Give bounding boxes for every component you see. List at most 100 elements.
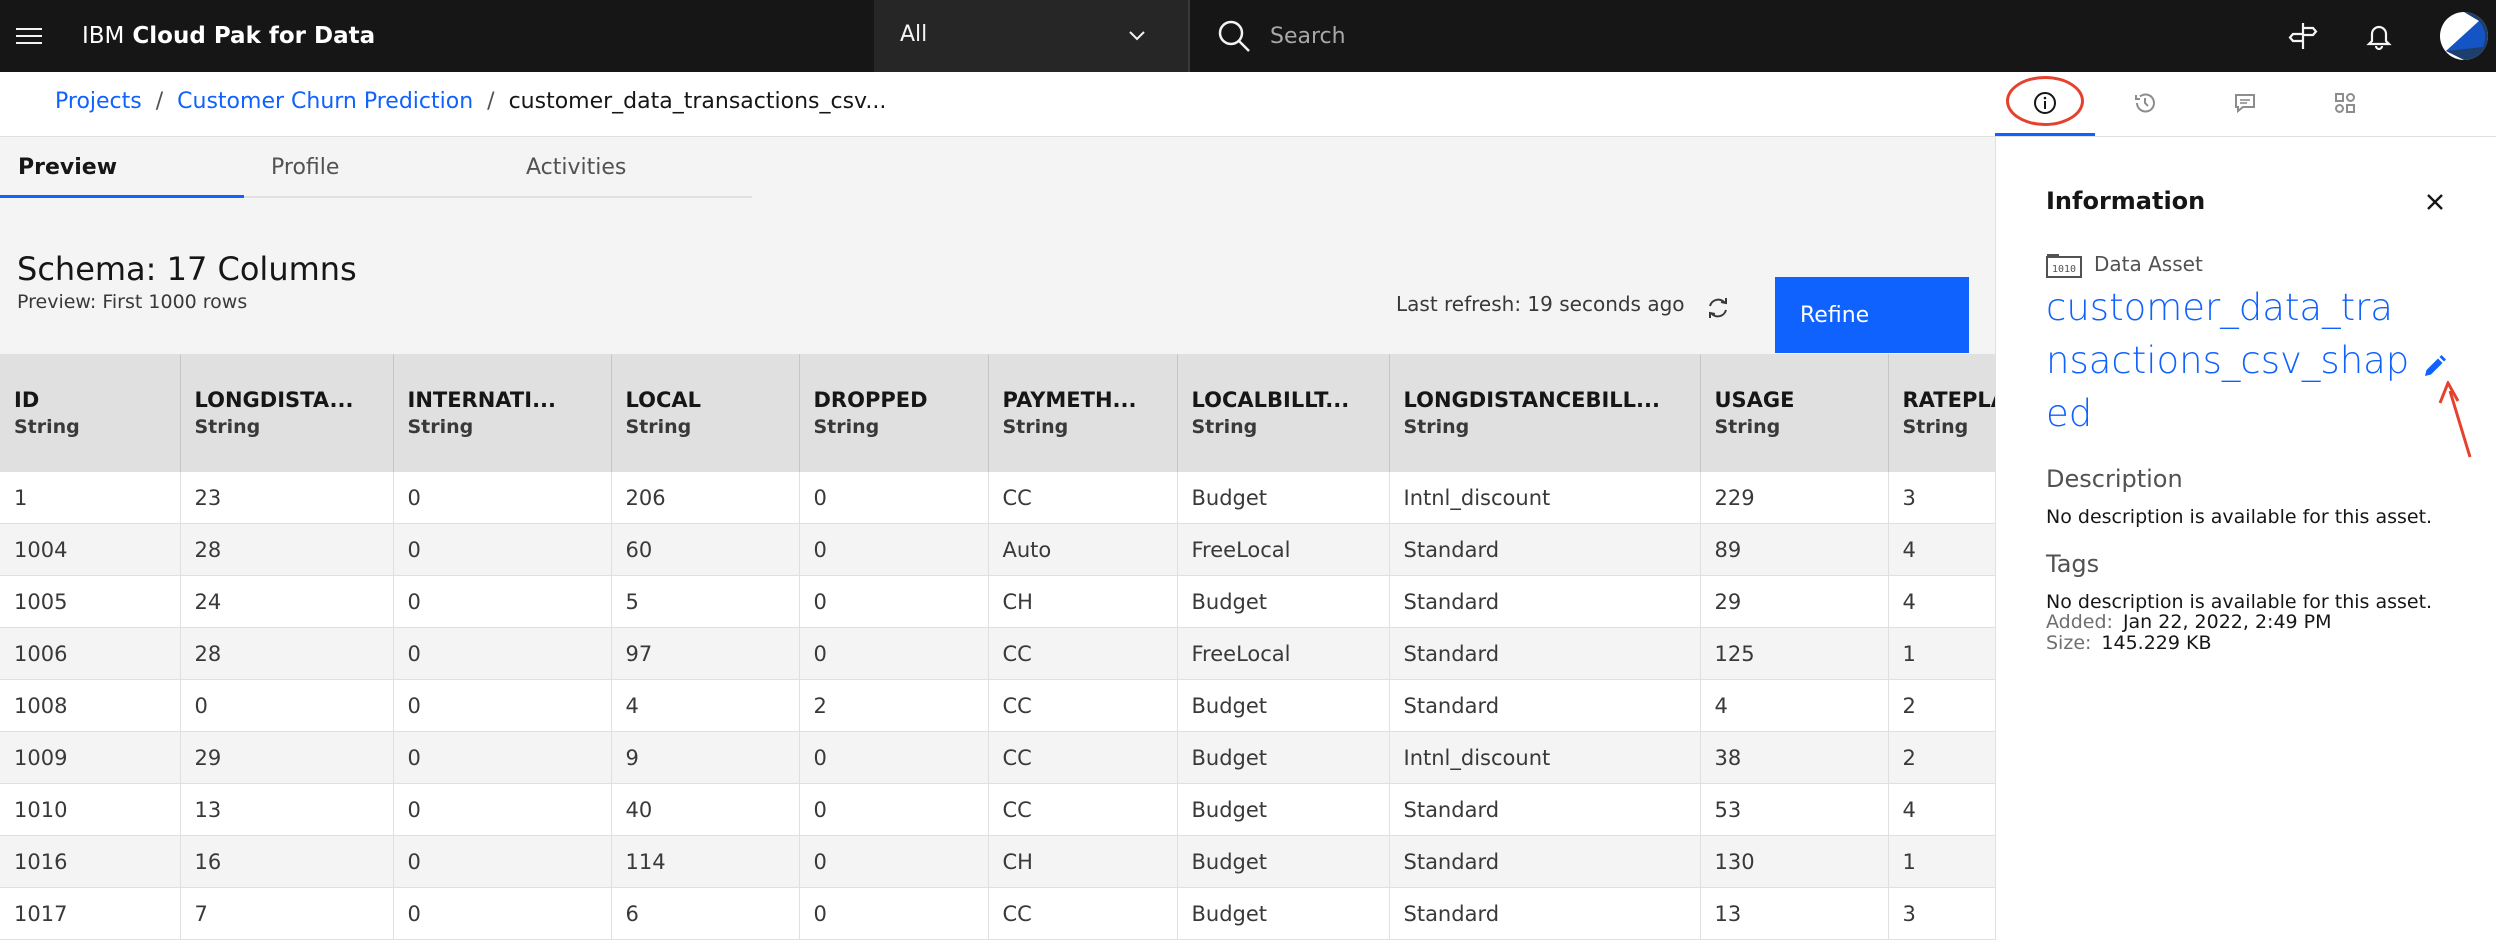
refresh-icon[interactable]: [1700, 290, 1736, 326]
table-cell: 0: [799, 523, 989, 576]
product-name[interactable]: IBM Cloud Pak for Data: [82, 0, 375, 72]
column-header[interactable]: LOCALBILLT... String: [1177, 354, 1390, 472]
column-type: String: [813, 416, 880, 438]
table-row: 1006 28 0 97 0 CC FreeLocal Standard 125 1: [0, 627, 1995, 680]
apps-icon: [2335, 93, 2355, 113]
tab-activities[interactable]: Activities: [500, 138, 752, 198]
table-cell: CH: [988, 575, 1178, 628]
table-cell: 97: [611, 627, 800, 680]
table-cell: 1: [1888, 835, 1995, 888]
column-header[interactable]: LONGDISTANCEBILL... String: [1389, 354, 1701, 472]
asset-tabs: Preview Profile Activities: [0, 138, 752, 200]
panel-tab-related[interactable]: [2295, 72, 2395, 134]
global-search[interactable]: [1190, 0, 2270, 72]
table-cell: 0: [393, 472, 612, 524]
panel-title: Information: [2046, 187, 2206, 215]
last-refresh-text: Last refresh: 19 seconds ago: [1396, 292, 1685, 316]
table-cell: 1006: [0, 627, 181, 680]
size-row: Size: 145.229 KB: [2046, 632, 2212, 654]
close-icon[interactable]: [2418, 185, 2452, 219]
user-avatar[interactable]: [2432, 0, 2496, 72]
table-cell: 1004: [0, 523, 181, 576]
table-cell: Auto: [988, 523, 1178, 576]
column-header[interactable]: PAYMETH... String: [988, 354, 1178, 472]
added-label: Added:: [2046, 611, 2113, 633]
added-value: Jan 22, 2022, 2:49 PM: [2122, 611, 2332, 633]
table-cell: 0: [393, 835, 612, 888]
table-cell: 0: [799, 627, 989, 680]
table-cell: 4: [1888, 575, 1995, 628]
table-cell: CC: [988, 679, 1178, 732]
table-cell: 0: [799, 472, 989, 524]
table-cell: 3: [1888, 887, 1995, 940]
table-cell: 1017: [0, 887, 181, 940]
signpost-icon[interactable]: [2267, 0, 2339, 72]
table-row: 1004 28 0 60 0 Auto FreeLocal Standard 89 4: [0, 523, 1995, 576]
table-cell: 130: [1700, 835, 1889, 888]
column-header[interactable]: USAGE String: [1700, 354, 1889, 472]
tab-profile[interactable]: Profile: [244, 138, 500, 198]
table-cell: 53: [1700, 783, 1889, 836]
description-label: Description: [2046, 465, 2183, 493]
table-cell: 1005: [0, 575, 181, 628]
table-cell: CC: [988, 783, 1178, 836]
column-name: RATEPLAN: [1902, 388, 1996, 412]
column-header[interactable]: LONGDISTA... String: [180, 354, 394, 472]
column-header[interactable]: INTERNATI... String: [393, 354, 612, 472]
table-cell: 125: [1700, 627, 1889, 680]
column-type: String: [1902, 416, 1969, 438]
table-cell: Intnl_discount: [1389, 472, 1701, 524]
table-cell: 0: [393, 887, 612, 940]
search-scope-dropdown[interactable]: All: [874, 0, 1190, 72]
search-icon: [1216, 18, 1252, 54]
tab-preview[interactable]: Preview: [0, 138, 244, 198]
table-cell: Standard: [1389, 627, 1701, 680]
column-type: String: [1403, 416, 1470, 438]
table-cell: 1: [1888, 627, 1995, 680]
table-cell: 2: [799, 679, 989, 732]
table-cell: Intnl_discount: [1389, 731, 1701, 784]
table-cell: 0: [799, 835, 989, 888]
column-name: LONGDISTANCEBILL...: [1403, 388, 1660, 412]
annotation-circle: [2006, 76, 2084, 126]
panel-tab-comments[interactable]: [2195, 72, 2295, 134]
table-cell: 9: [611, 731, 800, 784]
search-input[interactable]: [1268, 14, 2172, 58]
column-name: INTERNATI...: [407, 388, 557, 412]
table-cell: 0: [393, 523, 612, 576]
panel-tab-information[interactable]: [1995, 72, 2095, 136]
table-cell: CC: [988, 731, 1178, 784]
table-cell: 1: [0, 472, 181, 524]
table-cell: 40: [611, 783, 800, 836]
breadcrumb-projects-link[interactable]: Projects: [55, 89, 142, 114]
asset-name: customer_data_transactions_csv_shaped: [2046, 286, 2410, 435]
size-value: 145.229 KB: [2101, 632, 2212, 654]
column-header[interactable]: ID String: [0, 354, 181, 472]
table-cell: 114: [611, 835, 800, 888]
table-row: 1009 29 0 9 0 CC Budget Intnl_discount 38 2: [0, 731, 1995, 784]
hamburger-menu-icon[interactable]: [0, 0, 58, 72]
table-cell: 0: [393, 627, 612, 680]
panel-tab-history[interactable]: [2095, 72, 2195, 134]
column-header[interactable]: LOCAL String: [611, 354, 800, 472]
side-panel-tabs: [1995, 72, 2496, 137]
table-cell: Budget: [1177, 472, 1390, 524]
svg-text:1010: 1010: [2052, 264, 2076, 275]
table-cell: 0: [799, 575, 989, 628]
column-name: ID: [14, 388, 40, 412]
table-cell: Budget: [1177, 731, 1390, 784]
notification-bell-icon[interactable]: [2343, 0, 2415, 72]
schema-title: Schema: 17 Columns: [17, 250, 357, 288]
table-cell: 13: [180, 783, 394, 836]
table-cell: 16: [180, 835, 394, 888]
breadcrumb-project-link[interactable]: Customer Churn Prediction: [177, 89, 473, 114]
column-header[interactable]: RATEPLAN String: [1888, 354, 1995, 472]
column-type: String: [194, 416, 261, 438]
refine-button[interactable]: Refine: [1775, 277, 1969, 353]
table-cell: 24: [180, 575, 394, 628]
edit-pencil-icon[interactable]: [2416, 349, 2452, 385]
table-cell: Budget: [1177, 887, 1390, 940]
search-scope-value: All: [900, 22, 928, 47]
column-header[interactable]: DROPPED String: [799, 354, 989, 472]
table-cell: 0: [393, 731, 612, 784]
